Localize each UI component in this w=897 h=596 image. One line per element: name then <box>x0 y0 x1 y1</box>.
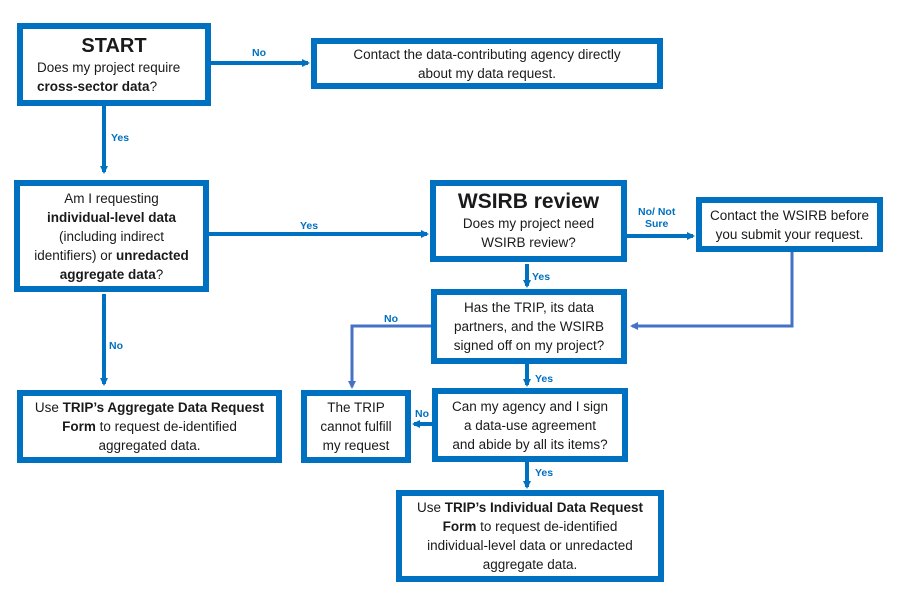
edge-contact-wsirb-to-signed <box>630 252 794 330</box>
node-individual-question: Am I requesting individual-level data (i… <box>14 180 209 292</box>
node-contact-agency: Contact the data-contributing agency dir… <box>311 38 663 89</box>
node-individual-form: Use TRIP’s Individual Data Request Form … <box>396 490 664 582</box>
label-signed-yes: Yes <box>535 373 554 385</box>
label-wsirb-yes: Yes <box>532 271 551 283</box>
label-wsirb-no: No/ Not Sure <box>638 206 676 230</box>
node-wsirb-review: WSIRB review Does my project need WSIRB … <box>430 180 627 262</box>
start-title: START <box>81 34 147 57</box>
node-cannot-fulfill: The TRIP cannot fulfill my request <box>301 390 411 463</box>
start-question: Does my project require cross-sector dat… <box>37 59 181 94</box>
label-individual-no: No <box>109 340 123 352</box>
label-signed-no: No <box>384 313 398 325</box>
label-start-yes: Yes <box>111 132 130 144</box>
wsirb-title: WSIRB review <box>457 190 600 213</box>
node-data-use-agreement: Can my agency and I sign a data-use agre… <box>432 388 628 462</box>
node-start: START Does my project require cross-sect… <box>17 23 211 106</box>
node-contact-wsirb: Contact the WSIRB before you submit your… <box>696 197 883 252</box>
node-signed-off: Has the TRIP, its data partners, and the… <box>431 289 627 364</box>
label-dua-yes: Yes <box>535 467 554 479</box>
label-individual-yes: Yes <box>300 220 319 232</box>
node-aggregate-form: Use TRIP’s Aggregate Data Request Form t… <box>17 390 282 463</box>
label-dua-no: No <box>415 408 429 420</box>
edge-signed-no <box>348 324 432 389</box>
label-start-no: No <box>252 47 266 59</box>
